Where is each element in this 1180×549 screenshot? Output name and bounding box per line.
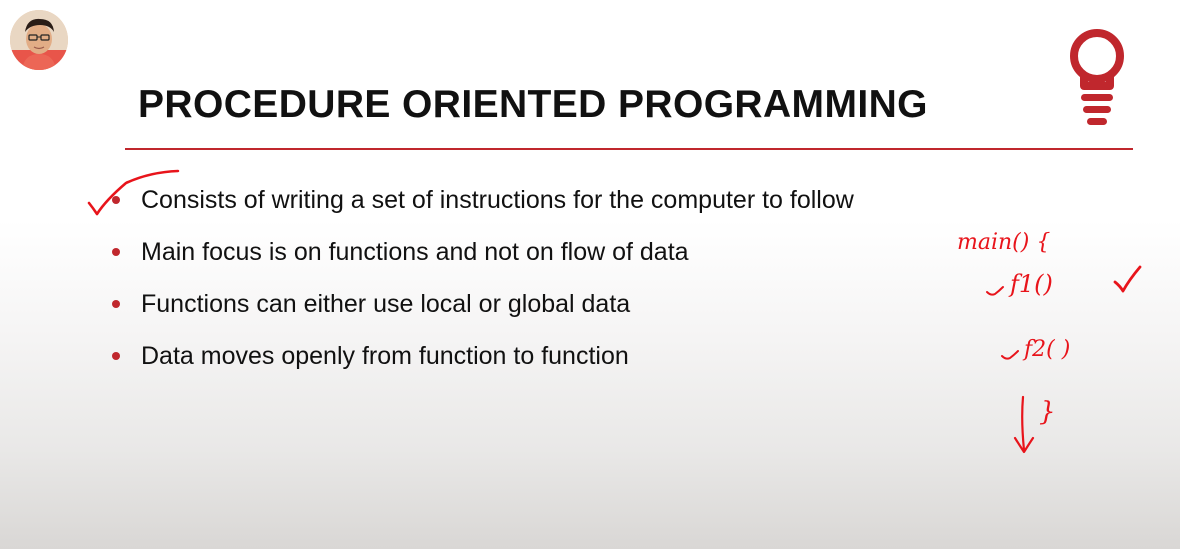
- bullet-text: Consists of writing a set of instruction…: [141, 186, 854, 214]
- handwritten-f2: f2( ): [1022, 337, 1070, 362]
- presenter-avatar: [10, 10, 68, 70]
- handwritten-main: main() {: [957, 230, 1050, 255]
- tick-f2: [1001, 350, 1019, 360]
- tick-f1: [986, 286, 1004, 296]
- bullet-marker: [112, 352, 120, 360]
- bullet-text: Functions can either use local or global…: [141, 290, 631, 318]
- bullet-marker: [112, 300, 120, 308]
- bullet-text: Main focus is on functions and not on fl…: [141, 238, 689, 266]
- flow-arrow: [1013, 395, 1035, 454]
- slide: PROCEDURE ORIENTED PROGRAMMING Consists …: [0, 0, 1180, 549]
- lightbulb-icon: [1070, 29, 1124, 125]
- bullet-marker: [112, 248, 120, 256]
- handwritten-f1: f1(): [1008, 270, 1053, 298]
- slide-title: PROCEDURE ORIENTED PROGRAMMING: [138, 83, 928, 126]
- handwritten-close-brace: }: [1039, 397, 1056, 427]
- title-divider: [125, 148, 1133, 150]
- bullet-marker: [112, 196, 120, 204]
- check-f1: [1113, 265, 1142, 293]
- bullet-text: Data moves openly from function to funct…: [141, 342, 629, 370]
